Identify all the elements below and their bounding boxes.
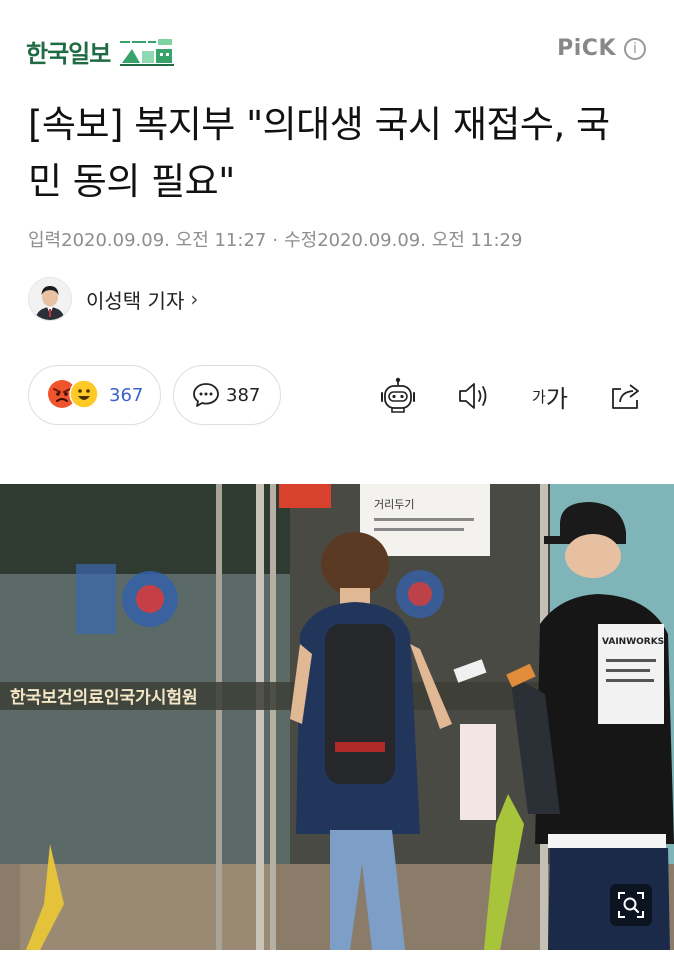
date-separator: ·: [272, 230, 279, 251]
article-photo[interactable]: 한국보건의료인국가시험원 거리두기 VAINWORKS: [0, 484, 674, 950]
author-name: 이성택 기자: [86, 288, 185, 313]
notice-text: 거리두기: [374, 498, 414, 511]
comment-count: 387: [226, 384, 261, 406]
building-sign-text: 한국보건의료인국가시험원: [10, 687, 198, 708]
reaction-button[interactable]: 367: [28, 365, 161, 425]
share-icon: [612, 384, 639, 409]
comment-bubble-icon: [193, 383, 219, 407]
chevron-right-icon: ›: [190, 287, 199, 311]
robot-summary-icon: [381, 377, 415, 413]
modified-datetime: 2020.09.09. 오전 11:29: [317, 230, 523, 251]
author-avatar[interactable]: [28, 277, 72, 321]
comment-button[interactable]: 387: [173, 365, 281, 425]
article-toolbar: 가가: [378, 374, 646, 418]
font-size-small-glyph: 가: [532, 387, 546, 406]
font-size-button[interactable]: 가가: [530, 374, 570, 418]
share-button[interactable]: [606, 374, 646, 418]
article-header: 한국일보 PiCK i: [0, 0, 674, 90]
press-name: 한국일보: [26, 40, 111, 68]
text-to-speech-button[interactable]: [454, 374, 494, 418]
reaction-count: 367: [109, 384, 144, 406]
zoom-icon: [618, 892, 644, 918]
article-dates: 입력2020.09.09. 오전 11:27 · 수정2020.09.09. 오전 …: [28, 226, 522, 252]
info-icon[interactable]: i: [624, 37, 646, 60]
news-photo-scene: 한국보건의료인국가시험원 거리두기 VAINWORKS: [0, 484, 674, 950]
author-link[interactable]: 이성택 기자 ›: [28, 277, 198, 321]
published-label: 입력: [28, 230, 62, 251]
smiling-face-icon: [69, 379, 99, 409]
pick-badge[interactable]: PiCK i: [557, 36, 646, 61]
speaker-icon: [459, 383, 487, 409]
published-datetime: 2020.09.09. 오전 11:27: [61, 230, 267, 251]
shirt-print-text: VAINWORKS: [602, 637, 664, 647]
font-size-large-glyph: 가: [545, 384, 568, 413]
press-logo-graphic: [120, 38, 175, 66]
modified-label: 수정: [284, 230, 318, 251]
article-headline: [속보] 복지부 "의대생 국시 재접수, 국민 동의 필요": [28, 103, 610, 203]
photo-zoom-button[interactable]: [610, 884, 652, 926]
reaction-emojis: [47, 379, 105, 411]
robot-summary-button[interactable]: [378, 374, 418, 418]
press-logo[interactable]: 한국일보: [26, 34, 176, 69]
pick-label: PiCK: [557, 36, 616, 61]
